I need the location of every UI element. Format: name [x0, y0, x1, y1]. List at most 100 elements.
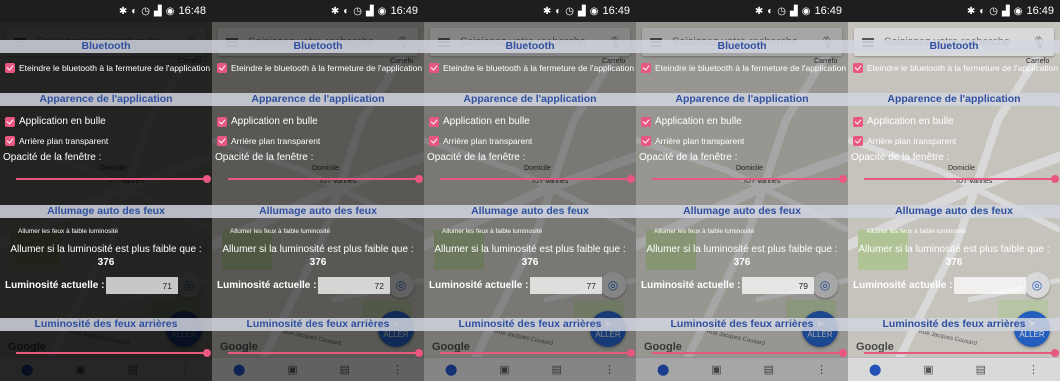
- bubble-checkbox[interactable]: [217, 116, 227, 127]
- bubble-option[interactable]: Application en bulle: [429, 116, 633, 127]
- rear-slider[interactable]: [652, 349, 847, 357]
- bluetooth-icon: ✱: [118, 5, 128, 17]
- current-lumi-field: 79: [742, 277, 814, 294]
- battery-icon: ◉: [1013, 5, 1023, 17]
- settings-overlay: Bluetooth Eteindre le bluetooth à la fer…: [424, 22, 636, 381]
- bluetooth-icon: ✱: [542, 5, 552, 17]
- threshold-value[interactable]: 376: [0, 257, 212, 268]
- rear-slider[interactable]: [16, 349, 211, 357]
- bluetooth-option[interactable]: Eteindre le bluetooth à la fermeture de …: [853, 63, 1058, 73]
- threshold-value[interactable]: 376: [848, 257, 1060, 268]
- opacity-label: Opacité de la fenêtre :: [427, 152, 526, 163]
- transparent-checkbox[interactable]: [429, 136, 439, 146]
- opacity-label: Opacité de la fenêtre :: [215, 152, 314, 163]
- appearance-header: Apparence de l'application: [424, 93, 636, 106]
- rear-slider[interactable]: [228, 349, 423, 357]
- bubble-checkbox[interactable]: [429, 116, 439, 127]
- bluetooth-icon: ✱: [754, 5, 764, 17]
- bubble-option[interactable]: Application en bulle: [217, 116, 421, 127]
- vibrate-icon: ◐: [555, 5, 562, 17]
- lights-header: Allumage auto des feux: [424, 205, 636, 218]
- transparent-checkbox[interactable]: [641, 136, 651, 146]
- opacity-slider-knob[interactable]: [627, 175, 635, 183]
- rear-slider-knob[interactable]: [839, 349, 847, 357]
- rear-header: Luminosité des feux arrières: [212, 318, 424, 331]
- rear-header: Luminosité des feux arrières: [424, 318, 636, 331]
- current-lumi-field: 71: [106, 277, 178, 294]
- phone-frame-5: Domicile IUT Vannes Carrefo Rue Jacques …: [848, 0, 1060, 381]
- current-lumi-value: 77: [586, 280, 596, 291]
- status-time: 16:48: [178, 5, 206, 17]
- appearance-header: Apparence de l'application: [212, 93, 424, 106]
- bluetooth-header: Bluetooth: [0, 40, 212, 53]
- bluetooth-option[interactable]: Eteindre le bluetooth à la fermeture de …: [5, 63, 210, 73]
- opacity-slider-knob[interactable]: [839, 175, 847, 183]
- current-lumi-field: [954, 277, 1026, 294]
- bluetooth-checkbox[interactable]: [217, 63, 227, 73]
- opacity-slider-knob[interactable]: [1051, 175, 1059, 183]
- rear-slider-knob[interactable]: [415, 349, 423, 357]
- appearance-header: Apparence de l'application: [636, 93, 848, 106]
- rear-slider-knob[interactable]: [1051, 349, 1059, 357]
- low-lumi-option[interactable]: Allumer les feux à faible luminosité: [442, 228, 542, 235]
- threshold-label: Allumer si la luminosité est plus faible…: [10, 244, 202, 255]
- transparent-checkbox[interactable]: [217, 136, 227, 146]
- vibrate-icon: ◐: [343, 5, 350, 17]
- bluetooth-header: Bluetooth: [424, 40, 636, 53]
- transparent-option[interactable]: Arrière plan transparent: [853, 136, 1057, 146]
- threshold-label: Allumer si la luminosité est plus faible…: [434, 244, 626, 255]
- bubble-option[interactable]: Application en bulle: [5, 116, 209, 127]
- bluetooth-checkbox[interactable]: [5, 63, 15, 73]
- vibrate-icon: ◐: [767, 5, 774, 17]
- signal-icon: ▟: [578, 5, 586, 17]
- bubble-checkbox[interactable]: [5, 116, 15, 127]
- opacity-slider-knob[interactable]: [203, 175, 211, 183]
- bubble-checkbox[interactable]: [853, 116, 863, 127]
- bubble-option[interactable]: Application en bulle: [641, 116, 845, 127]
- rear-slider-knob[interactable]: [627, 349, 635, 357]
- opacity-slider[interactable]: [864, 175, 1059, 183]
- status-bar: ✱ ◐ ◷ ▟ ◉ 16:49: [424, 0, 636, 22]
- appearance-header: Apparence de l'application: [0, 93, 212, 106]
- low-lumi-option[interactable]: Allumer les feux à faible luminosité: [18, 228, 118, 235]
- transparent-option[interactable]: Arrière plan transparent: [429, 136, 633, 146]
- transparent-checkbox[interactable]: [853, 136, 863, 146]
- opacity-label: Opacité de la fenêtre :: [3, 152, 102, 163]
- low-lumi-option[interactable]: Allumer les feux à faible luminosité: [654, 228, 754, 235]
- rear-slider[interactable]: [440, 349, 635, 357]
- threshold-value[interactable]: 376: [212, 257, 424, 268]
- alarm-icon: ◷: [353, 5, 363, 17]
- bluetooth-option[interactable]: Eteindre le bluetooth à la fermeture de …: [641, 63, 846, 73]
- transparent-option[interactable]: Arrière plan transparent: [217, 136, 421, 146]
- opacity-slider[interactable]: [440, 175, 635, 183]
- transparent-checkbox[interactable]: [5, 136, 15, 146]
- current-lumi-label: Luminosité actuelle :: [641, 280, 741, 291]
- low-lumi-option[interactable]: Allumer les feux à faible luminosité: [866, 228, 966, 235]
- battery-icon: ◉: [165, 5, 175, 17]
- threshold-value[interactable]: 376: [636, 257, 848, 268]
- bluetooth-option[interactable]: Eteindre le bluetooth à la fermeture de …: [217, 63, 422, 73]
- transparent-option[interactable]: Arrière plan transparent: [641, 136, 845, 146]
- transparent-option[interactable]: Arrière plan transparent: [5, 136, 209, 146]
- rear-header: Luminosité des feux arrières: [636, 318, 848, 331]
- opacity-slider[interactable]: [16, 175, 211, 183]
- status-bar: ✱ ◐ ◷ ▟ ◉ 16:49: [636, 0, 848, 22]
- bubble-option[interactable]: Application en bulle: [853, 116, 1057, 127]
- opacity-slider[interactable]: [228, 175, 423, 183]
- threshold-value[interactable]: 376: [424, 257, 636, 268]
- rear-slider[interactable]: [864, 349, 1059, 357]
- rear-slider-knob[interactable]: [203, 349, 211, 357]
- settings-overlay: Bluetooth Eteindre le bluetooth à la fer…: [848, 22, 1060, 381]
- threshold-label: Allumer si la luminosité est plus faible…: [222, 244, 414, 255]
- bluetooth-checkbox[interactable]: [429, 63, 439, 73]
- low-lumi-option[interactable]: Allumer les feux à faible luminosité: [230, 228, 330, 235]
- alarm-icon: ◷: [989, 5, 999, 17]
- battery-icon: ◉: [801, 5, 811, 17]
- opacity-slider-knob[interactable]: [415, 175, 423, 183]
- bubble-checkbox[interactable]: [641, 116, 651, 127]
- alarm-icon: ◷: [565, 5, 575, 17]
- bluetooth-checkbox[interactable]: [641, 63, 651, 73]
- opacity-slider[interactable]: [652, 175, 847, 183]
- bluetooth-checkbox[interactable]: [853, 63, 863, 73]
- bluetooth-option[interactable]: Eteindre le bluetooth à la fermeture de …: [429, 63, 634, 73]
